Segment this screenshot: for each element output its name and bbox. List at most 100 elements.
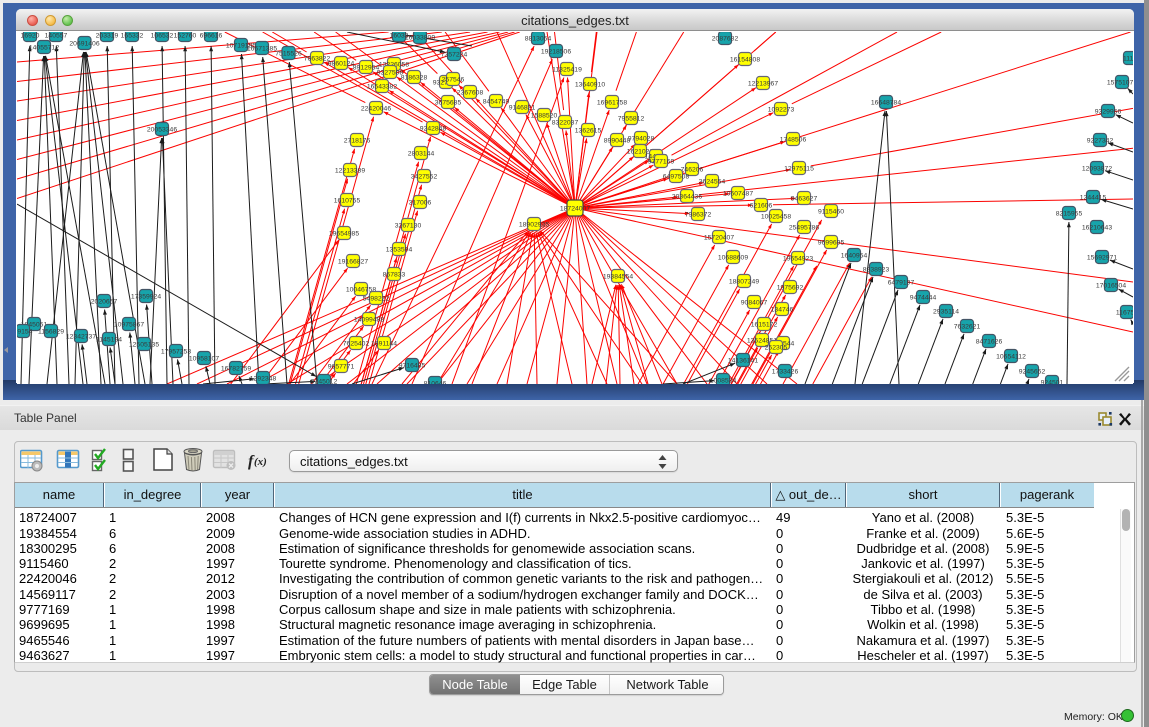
svg-text:8186328: 8186328 [401,74,428,81]
svg-text:8938923: 8938923 [863,266,890,273]
svg-text:16671385: 16671385 [247,45,277,52]
svg-text:3624554: 3624554 [699,178,726,185]
svg-text:11325419: 11325419 [552,66,582,73]
svg-text:7515526: 7515526 [275,50,302,57]
svg-text:3427552: 3427552 [411,173,438,180]
svg-text:152760: 152760 [174,32,197,39]
svg-text:252305: 252305 [765,344,788,351]
svg-text:1588520: 1588520 [531,112,558,119]
svg-text:(x): (x) [254,456,267,468]
svg-text:16154808: 16154808 [730,56,760,63]
svg-text:16782759: 16782759 [221,365,251,372]
svg-text:106532: 106532 [151,32,174,39]
svg-text:9463627: 9463627 [791,195,818,202]
svg-text:1362615: 1362615 [575,127,602,134]
svg-text:15720407: 15720407 [704,234,734,241]
svg-text:1353594: 1353594 [386,246,413,253]
svg-text:140557: 140557 [45,32,68,39]
svg-text:7955812: 7955812 [618,115,645,122]
svg-text:20691406: 20691406 [69,40,99,47]
svg-text:3675685: 3675685 [435,99,462,106]
svg-text:134746: 134746 [771,306,794,313]
svg-text:17957253: 17957253 [161,348,191,355]
svg-text:3267130: 3267130 [395,222,422,229]
svg-text:1610755: 1610755 [334,197,361,204]
svg-text:1145194: 1145194 [96,336,122,343]
svg-text:8471626: 8471626 [976,338,1003,345]
svg-text:9327508: 9327508 [377,69,404,76]
svg-text:16210643: 16210643 [1082,224,1112,231]
svg-text:14136141: 14136141 [728,357,758,364]
svg-text:6497508: 6497508 [663,173,690,180]
svg-text:20364436: 20364436 [672,193,702,200]
svg-text:19166827: 19166827 [338,258,368,265]
svg-text:621606: 621606 [750,202,773,209]
svg-text:7357224: 7357224 [441,51,468,58]
svg-text:1244415: 1244415 [1080,194,1107,201]
svg-text:696616: 696616 [200,32,223,39]
svg-text:9245012: 9245012 [311,378,338,384]
svg-text:8912954: 8912954 [353,64,380,71]
svg-text:16920: 16920 [21,32,40,39]
svg-text:1156829: 1156829 [38,328,64,335]
svg-text:1748506: 1748506 [780,136,807,143]
svg-text:10975867: 10975867 [114,321,144,328]
svg-text:7663822: 7663822 [304,55,331,62]
svg-text:14055712: 14055712 [29,44,59,51]
svg-text:9115460: 9115460 [818,208,844,215]
svg-text:9657771: 9657771 [328,363,355,370]
svg-text:9794028: 9794028 [628,135,655,142]
svg-text:17016504: 17016504 [1096,282,1126,289]
svg-text:257546: 257546 [442,76,465,83]
svg-text:6479197: 6479197 [888,279,915,286]
svg-text:16648784: 16648784 [871,99,901,106]
svg-text:1640954: 1640954 [841,252,868,259]
svg-text:165332: 165332 [121,32,144,39]
svg-text:9716485: 9716485 [399,362,426,369]
svg-text:2718176: 2718176 [344,137,371,144]
svg-text:2803144: 2803144 [408,150,435,157]
svg-text:10958107: 10958107 [189,355,219,362]
svg-text:9474444: 9474444 [910,294,937,301]
svg-text:1008534: 1008534 [710,377,737,384]
svg-text:9146821: 9146821 [509,104,536,111]
svg-text:16033809: 16033809 [405,34,435,41]
svg-text:8215955: 8215955 [1056,210,1083,217]
svg-text:7986372: 7986372 [685,211,712,218]
svg-text:39154: 39154 [17,328,33,335]
svg-text:25495786: 25495786 [789,224,819,231]
svg-text:924501: 924501 [1041,379,1064,384]
svg-text:317006: 317006 [409,199,432,206]
svg-text:13640910: 13640910 [575,81,605,88]
svg-text:19654985: 19654985 [329,230,359,237]
svg-text:9329966: 9329966 [1095,108,1122,115]
svg-text:12093872: 12093872 [1082,165,1112,172]
svg-text:9699695: 9699695 [818,239,845,246]
svg-text:18902935: 18902935 [519,221,549,228]
svg-text:7625402: 7625402 [343,340,370,347]
svg-text:9084067: 9084067 [741,299,768,306]
svg-text:9777169: 9777169 [648,158,675,165]
svg-text:2087682: 2087682 [712,35,739,42]
svg-text:2020657: 2020657 [91,298,118,305]
svg-text:1975692: 1975692 [777,284,804,291]
svg-text:2367608: 2367608 [457,89,484,96]
svg-text:12342737: 12342737 [66,333,96,340]
svg-text:5498222: 5498222 [363,295,390,302]
svg-text:1733426: 1733426 [772,368,799,375]
svg-text:10607487: 10607487 [723,190,753,197]
svg-text:18807249: 18807249 [729,278,759,285]
svg-text:1615172: 1615172 [751,321,778,328]
svg-text:1092273: 1092273 [768,106,795,113]
svg-text:10654112: 10654112 [996,353,1026,360]
svg-text:9860124: 9860124 [328,60,355,67]
svg-text:10688609: 10688609 [718,254,748,261]
svg-text:116753: 116753 [1116,309,1133,316]
svg-text:203319: 203319 [96,32,119,39]
svg-text:1292348: 1292348 [250,375,277,382]
svg-text:15692971: 15692971 [1087,254,1117,261]
svg-text:12975115: 12975115 [784,165,814,172]
svg-text:8813054: 8813054 [525,35,552,42]
svg-text:1112: 1112 [1123,55,1133,62]
svg-text:9242848: 9242848 [420,125,447,132]
